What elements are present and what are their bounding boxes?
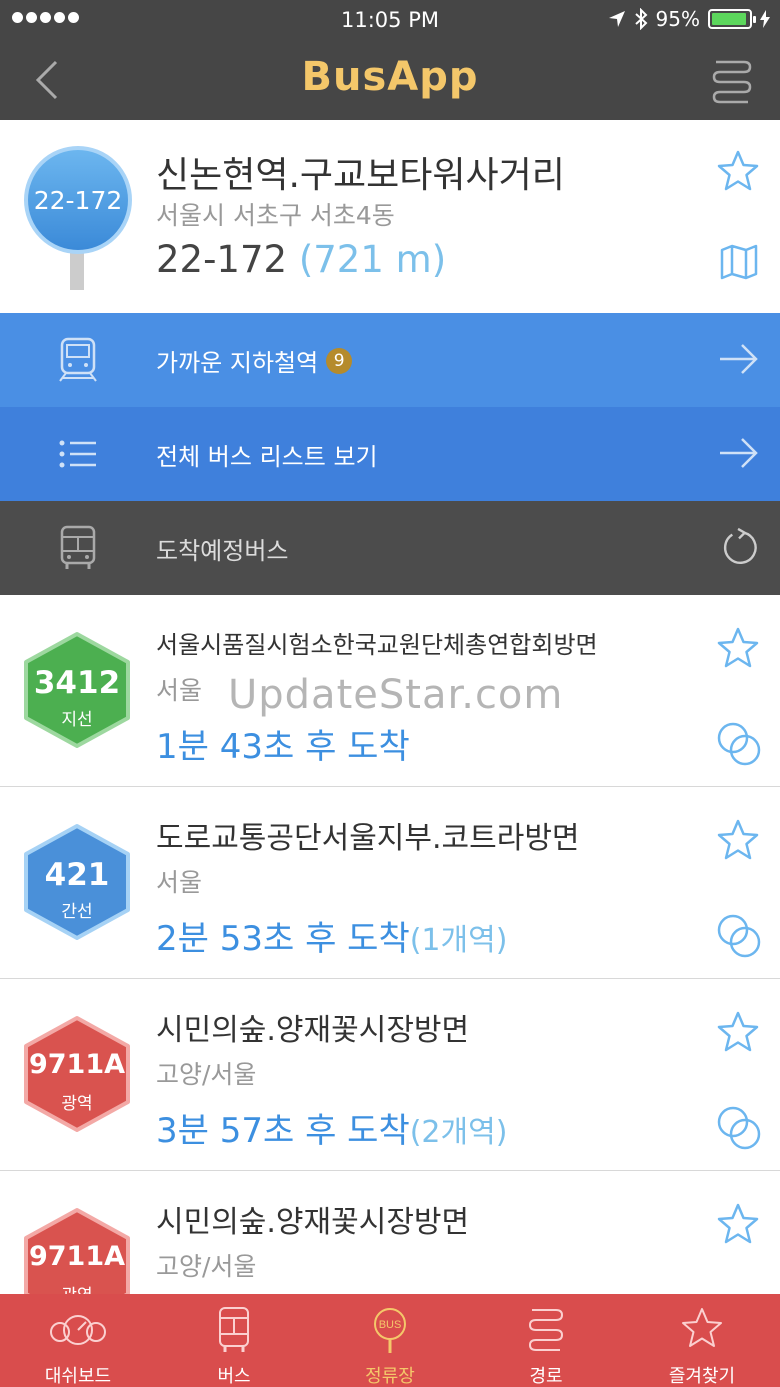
battery-percent: 95% xyxy=(655,7,700,31)
bus-region: 고양/서울 xyxy=(156,1060,257,1089)
bus-icon xyxy=(219,1307,249,1352)
favorite-star-icon[interactable] xyxy=(716,1011,760,1053)
bus-destination: 시민의숲.양재꽃시장방면 xyxy=(156,1205,470,1240)
bus-destination: 시민의숲.양재꽃시장방면 xyxy=(156,1013,470,1048)
stop-address: 서울시 서초구 서초4동 xyxy=(156,201,395,230)
bus-icon xyxy=(60,525,96,569)
status-bar: 11:05 PM 95% xyxy=(0,0,780,40)
bus-stops-away: (1개역) xyxy=(409,923,508,958)
stop-distance: (721 m) xyxy=(298,238,447,281)
favorite-star-icon[interactable] xyxy=(716,150,760,192)
tab-bus-stop[interactable]: BUS 정류장 xyxy=(312,1294,468,1387)
bus-destination: 서울시품질시험소한국교원단체총연합회방면 xyxy=(156,631,598,659)
subway-count-badge: 9 xyxy=(326,347,353,374)
bus-type: 간선 xyxy=(61,902,93,922)
map-icon[interactable] xyxy=(720,244,758,280)
bus-region: 서울 xyxy=(156,868,203,897)
route-icon xyxy=(528,1309,564,1351)
nav-bar: BusApp xyxy=(0,40,780,120)
tab-favorites[interactable]: 즐겨찾기 xyxy=(624,1294,780,1387)
watermark: UpdateStar.com xyxy=(228,672,564,718)
charging-icon xyxy=(760,10,770,28)
bus-stop-icon: BUS xyxy=(374,1308,406,1353)
tab-label: 버스 xyxy=(217,1366,251,1387)
stop-sign-label: 22-172 xyxy=(24,146,132,254)
subway-train-icon xyxy=(59,337,97,382)
full-bus-list-label: 전체 버스 리스트 보기 xyxy=(156,443,378,471)
tab-label: 정류장 xyxy=(365,1366,415,1387)
bluetooth-icon xyxy=(634,8,647,30)
bus-eta: 1분 43초 후 도착 xyxy=(156,719,410,768)
bus-eta-time: 1분 43초 후 도착 xyxy=(156,727,410,767)
bus-number: 421 xyxy=(44,857,110,893)
bus-number: 9711A xyxy=(28,1241,126,1272)
route-link-icon[interactable] xyxy=(716,721,762,767)
route-link-icon[interactable] xyxy=(716,913,762,959)
bus-eta-time: 3분 57초 후 도착 xyxy=(156,1111,410,1151)
stop-id: 22-172 (721 m) xyxy=(156,238,446,281)
tab-label: 경로 xyxy=(529,1366,563,1387)
bus-arrival-item[interactable]: 9711A 광역 시민의숲.양재꽃시장방면 고양/서울 3분 57초 후 도착(… xyxy=(0,979,780,1171)
favorite-star-icon[interactable] xyxy=(716,1203,760,1245)
battery-icon xyxy=(708,9,756,29)
bus-region: 고양/서울 xyxy=(156,1252,257,1281)
tab-label: 대쉬보드 xyxy=(44,1366,112,1387)
bus-route-hexagon: 3412 지선 xyxy=(22,631,132,749)
full-bus-list-row[interactable]: 전체 버스 리스트 보기 xyxy=(0,407,780,501)
bus-route-hexagon: 9711A 광역 xyxy=(22,1015,132,1133)
arrival-section-label: 도착예정버스 xyxy=(156,537,289,565)
tab-route[interactable]: 경로 xyxy=(468,1294,624,1387)
favorite-star-icon[interactable] xyxy=(716,627,760,669)
tab-bar: 대쉬보드 버스 BUS 정류장 경로 즐겨찾기 xyxy=(0,1294,780,1387)
list-icon xyxy=(59,440,96,468)
arrow-right-icon xyxy=(720,438,758,468)
bus-destination: 도로교통공단서울지부.코트라방면 xyxy=(156,821,580,856)
bus-type: 광역 xyxy=(61,1094,93,1114)
favorite-star-icon[interactable] xyxy=(716,819,760,861)
nearby-subway-label: 가까운 지하철역 xyxy=(156,349,319,377)
route-link-icon[interactable] xyxy=(716,1105,762,1151)
bus-region: 서울 xyxy=(156,676,203,705)
tab-bus[interactable]: 버스 xyxy=(156,1294,312,1387)
bus-stops-away: (2개역) xyxy=(409,1115,508,1150)
dashboard-gauge-icon xyxy=(50,1315,106,1345)
bus-stop-icon-text: BUS xyxy=(379,1319,402,1331)
bus-eta: 2분 53초 후 도착(1개역) xyxy=(156,911,507,960)
star-icon xyxy=(682,1308,722,1347)
bus-type: 지선 xyxy=(61,710,93,730)
stop-header: 22-172 신논현역.구교보타워사거리 서울시 서초구 서초4동 22-172… xyxy=(0,120,780,313)
bus-stop-sign-icon: 22-172 xyxy=(24,146,132,290)
tab-dashboard[interactable]: 대쉬보드 xyxy=(0,1294,156,1387)
stop-name: 신논현역.구교보타워사거리 xyxy=(156,155,565,196)
bus-eta: 3분 57초 후 도착(2개역) xyxy=(156,1103,507,1152)
refresh-icon[interactable] xyxy=(718,527,760,567)
tab-label: 즐겨찾기 xyxy=(668,1366,736,1387)
bus-route-hexagon: 421 간선 xyxy=(22,823,132,941)
bus-arrival-item[interactable]: 421 간선 도로교통공단서울지부.코트라방면 서울 2분 53초 후 도착(1… xyxy=(0,787,780,979)
app-title: BusApp xyxy=(301,54,479,100)
nearby-subway-row[interactable]: 가까운 지하철역 9 xyxy=(0,313,780,407)
bus-number: 9711A xyxy=(28,1049,126,1080)
route-menu-icon[interactable] xyxy=(712,56,752,104)
location-icon xyxy=(608,11,625,27)
bus-eta-time: 2분 53초 후 도착 xyxy=(156,919,410,959)
stop-id-number: 22-172 xyxy=(156,238,288,281)
bus-number: 3412 xyxy=(33,665,121,701)
arrival-section-header: 도착예정버스 xyxy=(0,501,780,595)
arrow-right-icon xyxy=(720,344,758,374)
